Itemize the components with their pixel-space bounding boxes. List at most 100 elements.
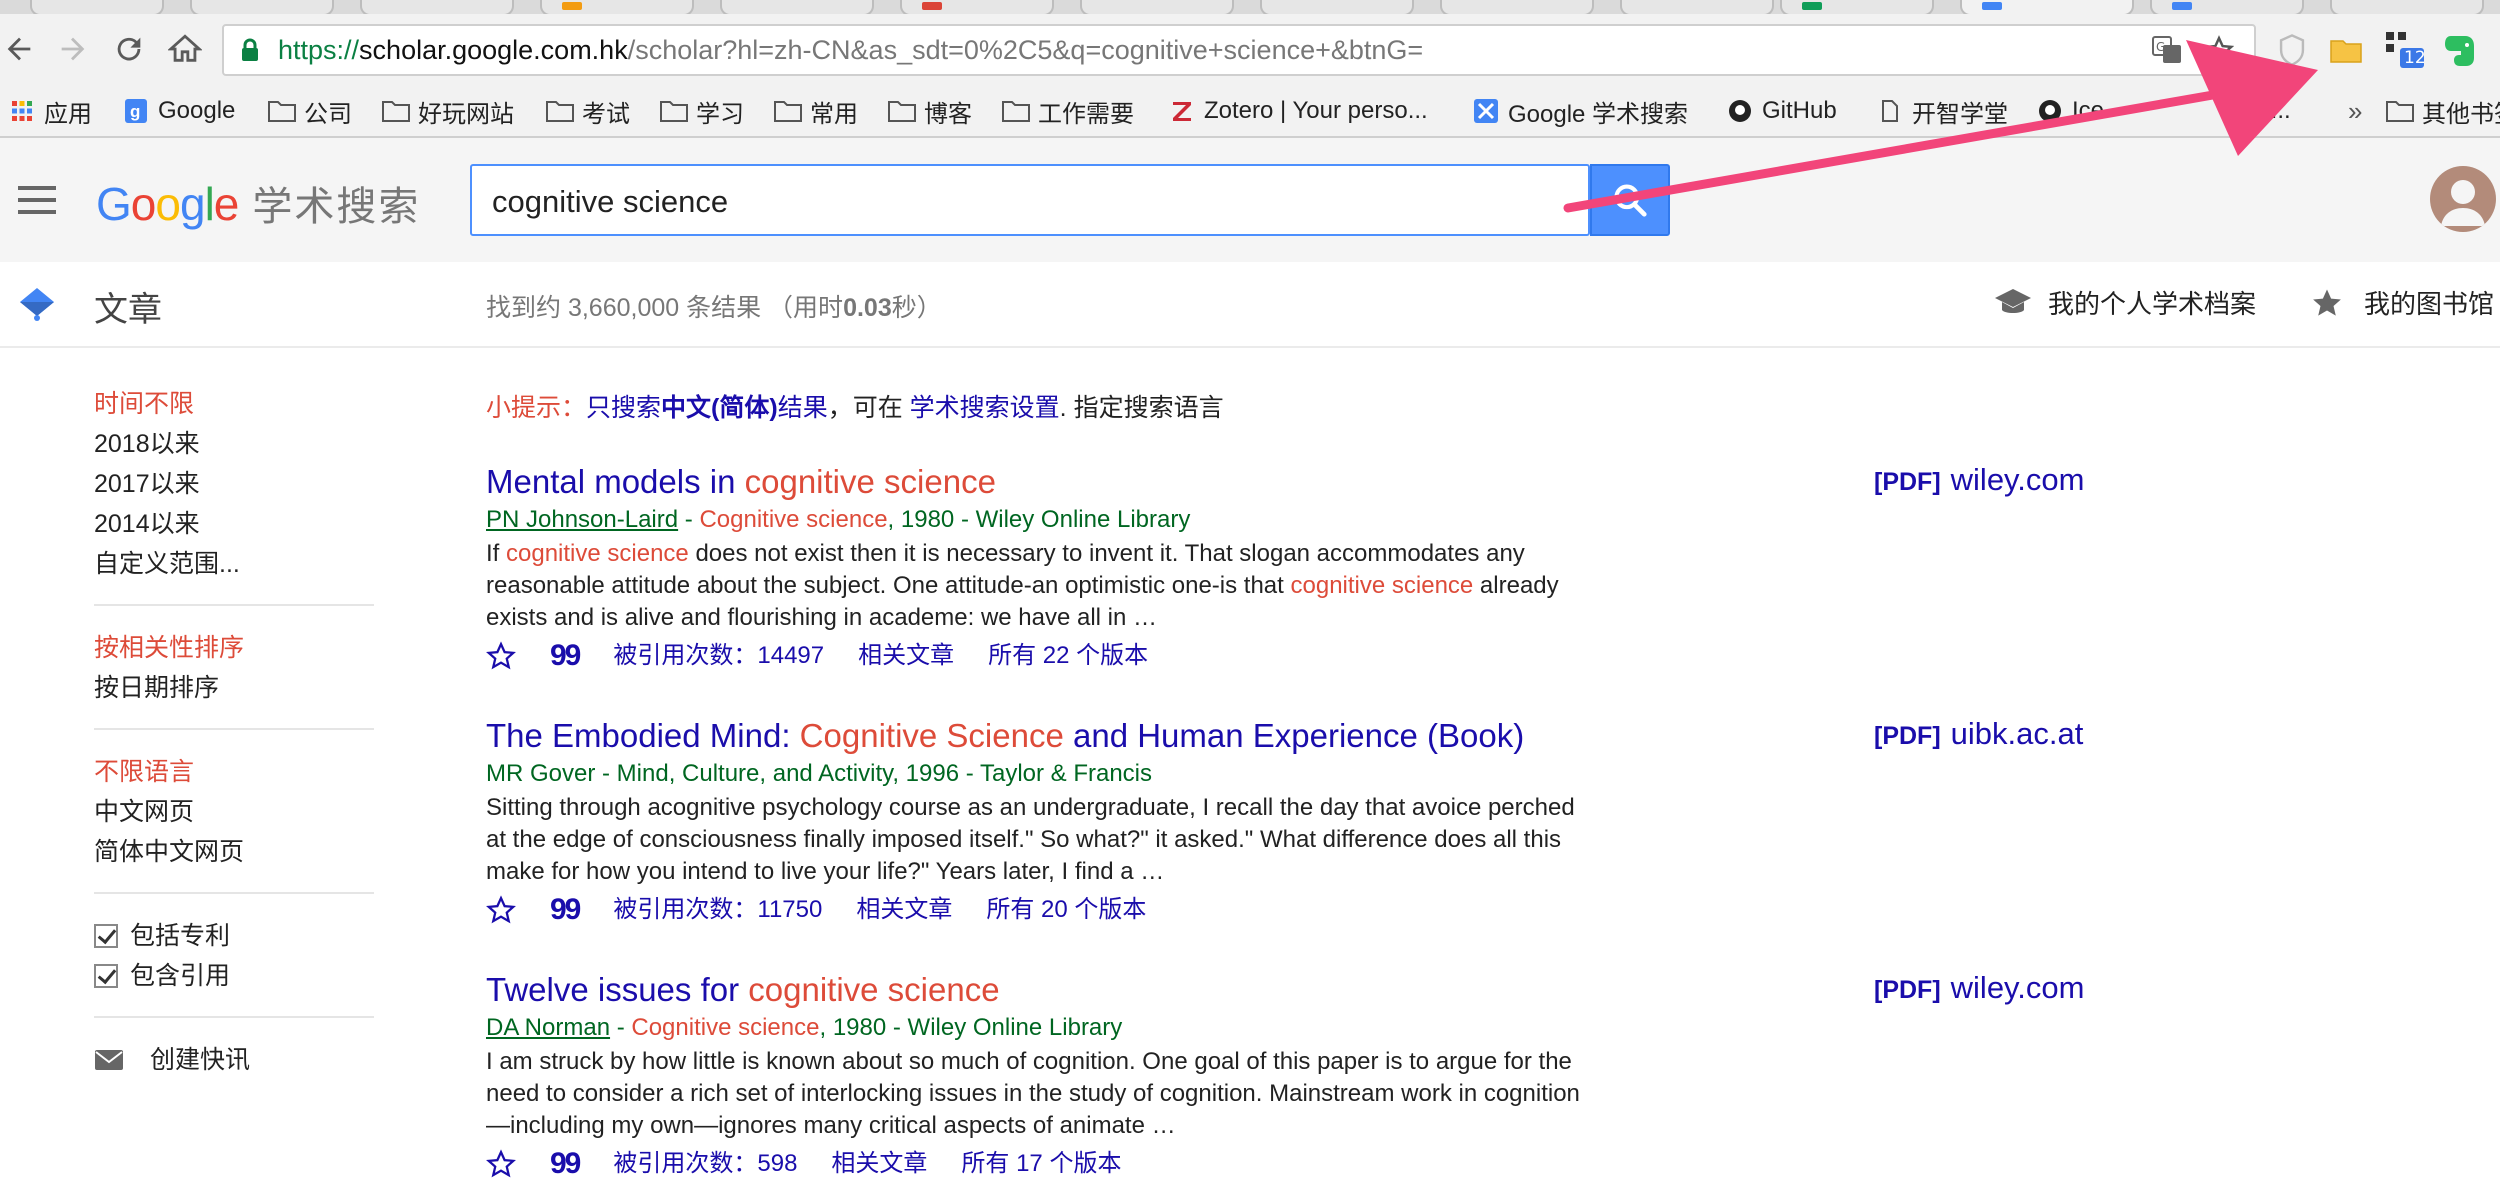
related-articles-link[interactable]: 相关文章 — [831, 1144, 927, 1184]
bookmark-folder-company[interactable]: 公司 — [268, 86, 352, 136]
bookmark-folder-work[interactable]: 工作需要 — [1002, 86, 1134, 136]
hint-chinese-only-link[interactable]: 只搜索中文(简体)结果 — [586, 394, 828, 422]
all-versions-link[interactable]: 所有 22 个版本 — [988, 636, 1148, 676]
shield-icon — [2279, 34, 2305, 66]
bookmark-apps[interactable]: 应用 — [8, 86, 92, 136]
browser-tab[interactable] — [1780, 0, 1934, 14]
forward-button[interactable] — [48, 24, 98, 74]
results-subheader: 文章 找到约 3,660,000 条结果 （用时0.03秒） 我的个人学术档案 … — [0, 262, 2500, 348]
include-patents-checkbox[interactable]: 包括专利 — [94, 916, 374, 956]
author-link[interactable]: PN Johnson-Laird — [486, 506, 678, 533]
result-title-link[interactable]: Twelve issues for cognitive science — [486, 970, 1586, 1010]
all-versions-link[interactable]: 所有 17 个版本 — [961, 1144, 1121, 1184]
related-articles-link[interactable]: 相关文章 — [856, 890, 952, 930]
pdf-link[interactable]: [PDF] wiley.com — [1874, 462, 2084, 498]
reload-button[interactable] — [104, 24, 154, 74]
bookmarks-overflow-button[interactable]: » — [2348, 86, 2362, 136]
result-actions: 99 被引用次数：14497 相关文章 所有 22 个版本 — [486, 636, 1586, 676]
bookmark-folder-blog[interactable]: 博客 — [888, 86, 972, 136]
account-avatar[interactable] — [2430, 166, 2496, 232]
language-simplified-chinese[interactable]: 简体中文网页 — [94, 832, 374, 872]
translate-icon[interactable]: G — [2152, 36, 2182, 64]
filter-since-2014[interactable]: 2014以来 — [94, 504, 374, 544]
my-profile-label: 我的个人学术档案 — [2048, 289, 2257, 319]
bookmark-github[interactable]: GitHub — [1726, 86, 1837, 136]
browser-tab[interactable] — [2150, 0, 2304, 14]
bookmark-folder-exam[interactable]: 考试 — [546, 86, 630, 136]
browser-tab[interactable] — [1080, 0, 1234, 14]
bookmark-label: 公司 — [304, 100, 352, 128]
language-any[interactable]: 不限语言 — [94, 752, 374, 792]
pdf-link[interactable]: [PDF] wiley.com — [1874, 970, 2084, 1006]
folder-icon — [2330, 40, 2362, 63]
search-box[interactable] — [470, 164, 1590, 238]
bookmark-google-scholar[interactable]: Google 学术搜索 — [1472, 86, 1688, 136]
cited-by-link[interactable]: 被引用次数：11750 — [613, 890, 822, 930]
result-title-link[interactable]: Mental models in cognitive science — [486, 462, 1586, 502]
filter-since-2018[interactable]: 2018以来 — [94, 424, 374, 464]
create-alert-link[interactable]: 创建快讯 — [94, 1040, 374, 1080]
bookmark-ice[interactable]: Ice — [2036, 86, 2104, 136]
save-star-icon[interactable] — [486, 1149, 516, 1179]
bookmark-kaizhi[interactable]: 开智学堂 — [1876, 86, 2008, 136]
cite-quote-icon[interactable]: 99 — [550, 636, 581, 676]
bookmark-label: Zotero | Your perso... — [1204, 97, 1428, 124]
bookmark-folder-study[interactable]: 学习 — [660, 86, 744, 136]
bookmark-folder-fun[interactable]: 好玩网站 — [382, 86, 514, 136]
pdf-link[interactable]: [PDF] uibk.ac.at — [1874, 716, 2083, 752]
related-articles-link[interactable]: 相关文章 — [858, 636, 954, 676]
bookmark-star-icon[interactable] — [2204, 35, 2234, 65]
my-library-link[interactable]: 我的图书馆 — [2310, 284, 2494, 321]
include-citations-checkbox[interactable]: 包含引用 — [94, 956, 374, 996]
evernote-extension-button[interactable] — [2440, 30, 2480, 70]
checkbox-checked-icon — [94, 924, 118, 948]
bookmark-google[interactable]: g Google — [122, 86, 235, 136]
browser-tab[interactable] — [900, 0, 1054, 14]
bookmark-folder-other[interactable]: 其他书签 — [2386, 86, 2500, 136]
folder-extension-button[interactable] — [2326, 30, 2366, 70]
browser-tab[interactable] — [2330, 0, 2484, 14]
filter-custom-range[interactable]: 自定义范围... — [94, 544, 374, 584]
cited-by-link[interactable]: 被引用次数：598 — [613, 1144, 797, 1184]
language-chinese[interactable]: 中文网页 — [94, 792, 374, 832]
bookmark-rs[interactable]: rs/... — [2244, 86, 2291, 136]
network-extension-button[interactable]: 12 — [2384, 30, 2426, 70]
browser-tab[interactable] — [30, 0, 164, 14]
sort-by-relevance[interactable]: 按相关性排序 — [94, 628, 374, 668]
browser-tab[interactable] — [1440, 0, 1594, 14]
browser-tab[interactable] — [1260, 0, 1414, 14]
browser-tab[interactable] — [190, 0, 334, 14]
my-profile-link[interactable]: 我的个人学术档案 — [1994, 284, 2256, 321]
result-title-link[interactable]: The Embodied Mind: Cognitive Science and… — [486, 716, 1586, 756]
scholar-settings-link[interactable]: 学术搜索设置 — [910, 394, 1060, 422]
search-button[interactable] — [1590, 164, 1670, 236]
my-library-label: 我的图书馆 — [2364, 289, 2495, 319]
browser-tab[interactable] — [540, 0, 694, 14]
browser-tab[interactable] — [720, 0, 874, 14]
shield-extension-button[interactable] — [2272, 30, 2312, 70]
all-versions-link[interactable]: 所有 20 个版本 — [986, 890, 1146, 930]
search-input[interactable] — [490, 166, 1574, 238]
result-meta: PN Johnson-Laird - Cognitive science, 19… — [486, 506, 1191, 533]
cite-quote-icon[interactable]: 99 — [550, 890, 581, 930]
bookmark-zotero[interactable]: Zotero | Your perso... — [1168, 86, 1428, 136]
browser-tab[interactable] — [1620, 0, 1774, 14]
cited-by-link[interactable]: 被引用次数：14497 — [613, 636, 824, 676]
sidebar-divider — [94, 892, 374, 894]
save-star-icon[interactable] — [486, 641, 516, 671]
browser-tab[interactable] — [360, 0, 514, 14]
save-star-icon[interactable] — [486, 895, 516, 925]
filter-time-any[interactable]: 时间不限 — [94, 384, 374, 424]
sort-by-date[interactable]: 按日期排序 — [94, 668, 374, 708]
scholar-logo[interactable]: Google 学术搜索 — [96, 174, 420, 232]
address-bar[interactable]: https://scholar.google.com.hk/scholar?hl… — [222, 24, 2256, 76]
bookmark-folder-common[interactable]: 常用 — [774, 86, 858, 136]
menu-button[interactable] — [16, 182, 58, 218]
search-result: Twelve issues for cognitive science DA N… — [486, 970, 1586, 1184]
cite-quote-icon[interactable]: 99 — [550, 1144, 581, 1184]
home-button[interactable] — [160, 24, 210, 74]
back-button[interactable] — [0, 24, 44, 74]
filter-since-2017[interactable]: 2017以来 — [94, 464, 374, 504]
author-link[interactable]: DA Norman — [486, 1014, 610, 1041]
browser-tab-active[interactable] — [1960, 0, 2134, 14]
